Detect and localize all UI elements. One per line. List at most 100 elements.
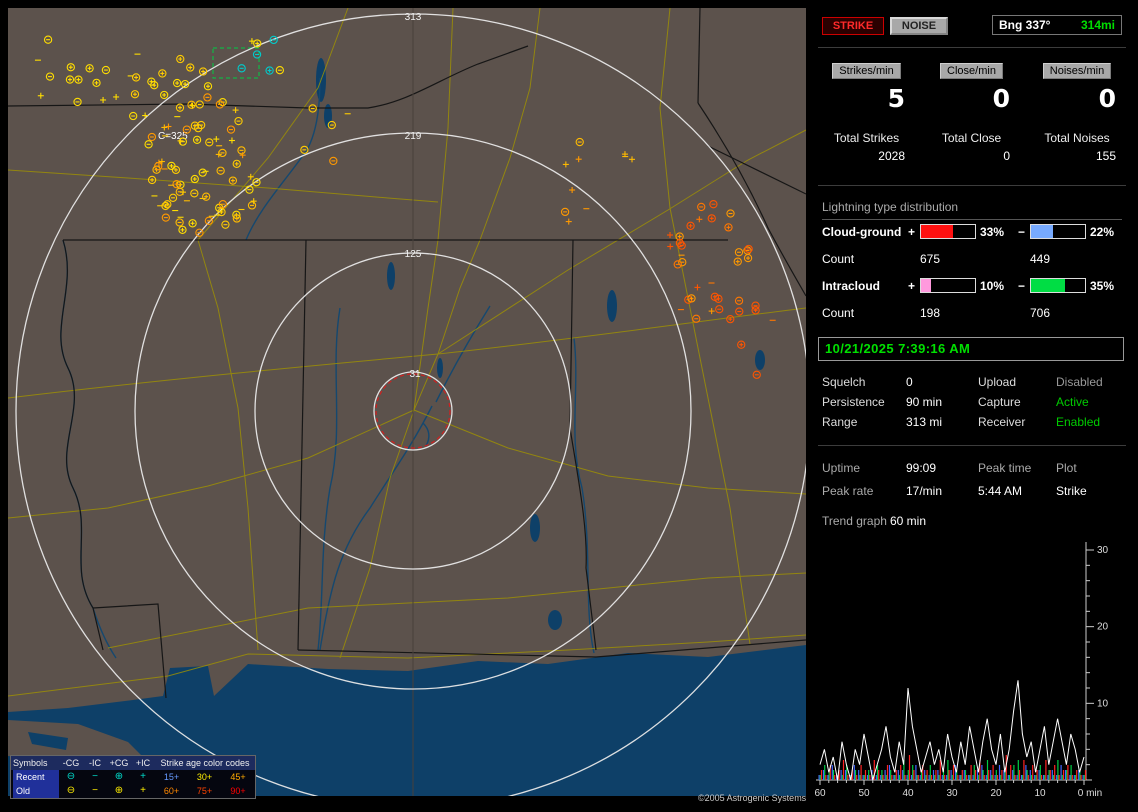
upload-label: Upload	[978, 375, 1017, 389]
total-close-value: 0	[1003, 149, 1010, 163]
count-label: Count	[822, 252, 855, 266]
intracloud-label: Intracloud	[822, 279, 881, 293]
minus-sign: −	[1018, 225, 1026, 239]
ic-positive-pct: 10%	[980, 279, 1005, 293]
legend-symbols-label: Symbols	[13, 758, 48, 768]
total-noises-label: Total Noises	[1044, 131, 1110, 145]
legend-col-pcg: +CG	[109, 758, 129, 768]
copyright-text: ©2005 Astrogenic Systems	[698, 793, 807, 803]
cg-negative-count: 449	[1030, 252, 1051, 266]
ic-negative-pct: 35%	[1090, 279, 1115, 293]
plot-label: Plot	[1056, 461, 1077, 475]
noises-per-min-chip[interactable]: Noises/min	[1042, 63, 1112, 79]
svg-text:30: 30	[1097, 545, 1109, 556]
trend-graph-value: 60 min	[890, 514, 927, 528]
strikes-per-min-chip[interactable]: Strikes/min	[832, 63, 901, 79]
minus-sign: −	[1018, 279, 1026, 293]
ic-positive-bar	[920, 278, 976, 293]
circle-plus-icon: ⊕	[114, 771, 124, 782]
svg-text:10: 10	[1034, 788, 1046, 799]
receiver-label: Receiver	[978, 415, 1026, 429]
cg-positive-count: 675	[920, 252, 941, 266]
capture-status: Active	[1056, 395, 1089, 409]
app-window: 313 219 125 31 C=325 Symbols -CG -IC +CG +IC…	[0, 0, 1138, 812]
age-60: 60+	[163, 786, 180, 796]
circle-minus-icon: ⊖	[66, 785, 76, 796]
minus-icon: −	[92, 785, 98, 796]
range-value: 313 mi	[906, 415, 943, 429]
ic-negative-bar	[1030, 278, 1086, 293]
range-label: Range	[822, 415, 858, 429]
total-strikes-value: 2028	[878, 149, 905, 163]
cg-negative-bar	[1030, 224, 1086, 239]
totals-values-row: 2028 0 155	[814, 149, 1130, 163]
svg-text:60: 60	[814, 788, 826, 799]
uptime-label: Uptime	[822, 461, 861, 475]
total-noises-value: 155	[1095, 149, 1116, 163]
ic-negative-count: 706	[1030, 306, 1051, 320]
svg-text:219: 219	[405, 131, 422, 142]
totals-labels-row: Total Strikes Total Close Total Noises	[814, 131, 1130, 145]
noise-button[interactable]: NOISE	[890, 17, 948, 35]
strikes-per-min-value: 5	[887, 84, 905, 113]
cg-negative-pct: 22%	[1090, 225, 1115, 239]
peak-time-label: Peak time	[978, 461, 1032, 475]
peak-rate-value: 17/min	[906, 484, 943, 498]
bearing-label: Bng 337°	[999, 18, 1051, 32]
divider	[818, 185, 1126, 186]
squelch-value: 0	[906, 375, 913, 389]
legend-col-nic: -IC	[89, 758, 101, 768]
strike-button[interactable]: STRIKE	[822, 17, 884, 35]
cg-positive-pct: 33%	[980, 225, 1005, 239]
cloud-ground-label: Cloud-ground	[822, 225, 902, 239]
divider	[818, 445, 1126, 446]
map-area: 313 219 125 31 C=325 Symbols -CG -IC +CG +IC…	[8, 8, 806, 799]
datetime-display: 10/21/2025 7:39:16 AM	[818, 337, 1124, 361]
circle-minus-icon: ⊖	[66, 771, 76, 782]
map-legend: Symbols -CG -IC +CG +IC Strike age color…	[10, 755, 256, 799]
legend-row-recent: Recent ⊖ − ⊕ + 15+ 30+ 45+	[11, 770, 255, 784]
bearing-readout: Bng 337° 314mi	[992, 15, 1122, 35]
legend-row-old: Old ⊖ − ⊕ + 60+ 75+ 90+	[11, 784, 255, 798]
receiver-status: Enabled	[1056, 415, 1101, 429]
trend-graph: 10 20 30 60 50 40 30 20 10 0 min	[814, 542, 1109, 799]
distribution-title: Lightning type distribution	[822, 200, 1122, 220]
persistence-value: 90 min	[906, 395, 943, 409]
count-label: Count	[822, 306, 855, 320]
total-strikes-label: Total Strikes	[833, 131, 900, 145]
age-30: 30+	[196, 772, 213, 782]
svg-text:40: 40	[902, 788, 914, 799]
svg-text:30: 30	[946, 788, 958, 799]
age-45: 45+	[230, 772, 246, 782]
legend-old-label: Old	[13, 784, 59, 798]
close-per-min-value: 0	[992, 84, 1010, 113]
rate-values-row: 5 0 0	[814, 84, 1130, 113]
legend-age-title: Strike age color codes	[160, 758, 250, 768]
plus-icon: +	[140, 771, 146, 782]
svg-text:313: 313	[405, 12, 422, 23]
close-per-min-chip[interactable]: Close/min	[940, 63, 1003, 79]
plot-value: Strike	[1056, 484, 1087, 498]
age-15: 15+	[163, 772, 180, 782]
legend-col-pic: +IC	[135, 758, 151, 768]
legend-header: Symbols -CG -IC +CG +IC Strike age color…	[11, 756, 255, 770]
noises-per-min-value: 0	[1098, 84, 1116, 113]
ic-positive-count: 198	[920, 306, 941, 320]
svg-text:10: 10	[1097, 698, 1109, 709]
squelch-label: Squelch	[822, 375, 866, 389]
svg-text:20: 20	[1097, 622, 1109, 633]
rate-labels-row: Strikes/min Close/min Noises/min	[814, 63, 1130, 79]
cg-positive-bar	[920, 224, 976, 239]
upload-status: Disabled	[1056, 375, 1103, 389]
lightning-map[interactable]: 313 219 125 31 C=325	[8, 8, 806, 796]
svg-text:20: 20	[990, 788, 1002, 799]
uptime-value: 99:09	[906, 461, 937, 475]
age-75: 75+	[196, 786, 213, 796]
legend-recent-label: Recent	[13, 770, 59, 784]
peak-rate-label: Peak rate	[822, 484, 874, 498]
svg-text:125: 125	[405, 249, 422, 260]
plus-sign: +	[908, 225, 916, 239]
total-close-label: Total Close	[941, 131, 1002, 145]
capture-label: Capture	[978, 395, 1021, 409]
svg-text:31: 31	[409, 369, 421, 380]
